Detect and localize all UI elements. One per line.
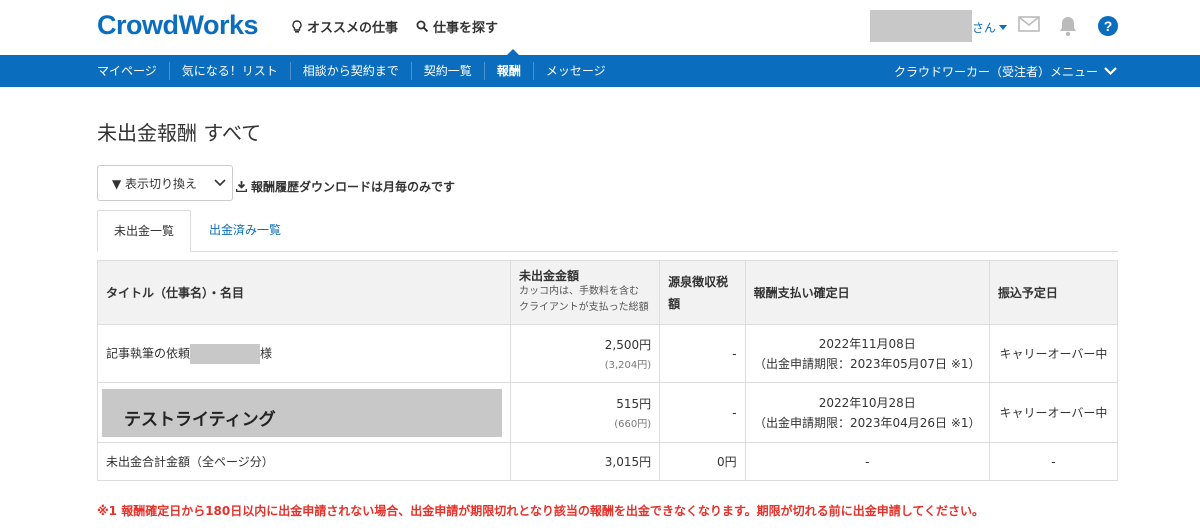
main-nav: マイページ 気になる！リスト 相談から契約まで 契約一覧 報酬 メッセージ クラ…	[0, 55, 1200, 87]
row-date: 2022年11月08日	[818, 337, 916, 351]
table-row: 記事執筆の依頼 様 2,500円 (3,204円) - 2022年11月08日 （…	[97, 324, 1119, 383]
lightbulb-icon	[292, 19, 302, 33]
row-title-prefix: 記事執筆の依頼	[106, 346, 191, 360]
chevron-down-icon	[1104, 66, 1117, 75]
crowdworks-logo[interactable]: CrowdWorks	[97, 10, 259, 41]
find-jobs-label: 仕事を探す	[433, 21, 499, 36]
download-note-text: 報酬履歴ダウンロードは月毎のみです	[251, 180, 456, 194]
download-icon	[236, 181, 247, 192]
col-tax-header: 源泉徴収税額	[659, 260, 746, 325]
page-title: 未出金報酬 すべて	[97, 121, 262, 145]
total-transfer: -	[988, 442, 1119, 481]
view-switch-label: ▼ 表示切り換え	[112, 176, 198, 191]
svg-text:?: ?	[1104, 18, 1113, 34]
row-amount: 515円 (660円)	[509, 382, 661, 443]
view-switch-select[interactable]: ▼ 表示切り換え	[97, 165, 233, 201]
recommended-jobs-label: オススメの仕事	[307, 21, 399, 36]
recommended-jobs-link[interactable]: オススメの仕事	[291, 17, 398, 36]
col-amount-header: 未出金金額 カッコ内は、手数料を含む クライアントが支払った総額	[509, 260, 661, 325]
row-tax: -	[659, 382, 746, 443]
row-confirm-date: 2022年11月08日 （出金申請期限：2023年05月07日 ※1）	[744, 324, 990, 383]
bell-icon[interactable]	[1058, 15, 1078, 40]
nav-rewards[interactable]: 報酬	[485, 62, 534, 80]
row-transfer: キャリーオーバー中	[988, 324, 1119, 383]
row-deadline: （出金申請期限：2023年04月26日 ※1）	[753, 416, 981, 430]
client-name-redacted	[190, 343, 261, 364]
site-header: CrowdWorks オススメの仕事 仕事を探す さん ?	[0, 0, 1200, 55]
nav-mypage[interactable]: マイページ	[85, 62, 170, 80]
col-transfer-date-header: 振込予定日	[988, 260, 1119, 325]
row-title-suffix: 様	[260, 346, 273, 360]
user-suffix: さん	[972, 21, 997, 35]
expiry-footnote: ※1 報酬確定日から180日以内に出金申請されない場合、出金申請が期限切れとなり…	[97, 504, 984, 518]
help-icon[interactable]: ?	[1097, 15, 1119, 40]
find-jobs-link[interactable]: 仕事を探す	[416, 17, 498, 36]
row-transfer: キャリーオーバー中	[988, 382, 1119, 443]
row-title[interactable]: 記事執筆の依頼 様	[97, 324, 511, 383]
table-header-row: タイトル（仕事名）・名目 未出金金額 カッコ内は、手数料を含む クライアントが支…	[97, 260, 1119, 325]
total-label: 未出金合計金額（全ページ分）	[97, 442, 511, 481]
tabs: 未出金一覧 出金済み一覧	[97, 210, 1118, 252]
nav-consult-to-contract[interactable]: 相談から契約まで	[291, 62, 412, 80]
unpaid-rewards-table: タイトル（仕事名）・名目 未出金金額 カッコ内は、手数料を含む クライアントが支…	[97, 260, 1119, 481]
tab-paid[interactable]: 出金済み一覧	[193, 210, 297, 252]
col-confirm-date-header: 報酬支払い確定日	[744, 260, 990, 325]
total-row: 未出金合計金額（全ページ分） 3,015円 0円 - -	[97, 442, 1119, 481]
tab-unpaid[interactable]: 未出金一覧	[97, 210, 191, 252]
row-deadline: （出金申請期限：2023年05月07日 ※1）	[753, 357, 981, 371]
row-title-text: テストライティング	[124, 409, 276, 430]
row-title-redacted: テストライティング	[102, 388, 502, 437]
total-date: -	[744, 442, 990, 481]
caret-down-icon	[999, 24, 1008, 30]
nav-contracts[interactable]: 契約一覧	[412, 62, 485, 80]
col-amount-label: 未出金金額	[519, 269, 580, 283]
row-tax: -	[659, 324, 746, 383]
row-confirm-date: 2022年10月28日 （出金申請期限：2023年04月26日 ※1）	[744, 382, 990, 443]
mail-icon[interactable]	[1018, 15, 1040, 36]
row-title[interactable]: テストライティング	[97, 382, 511, 443]
row-amount: 2,500円 (3,204円)	[509, 324, 661, 383]
row-gross-value: (660円)	[614, 419, 652, 430]
nav-favorites[interactable]: 気になる！リスト	[170, 62, 291, 80]
total-tax: 0円	[659, 442, 746, 481]
chevron-down-icon	[214, 179, 226, 187]
table-row: テストライティング 515円 (660円) - 2022年10月28日 （出金申…	[97, 382, 1119, 443]
row-amount-value: 515円	[616, 397, 652, 411]
user-name-redacted	[870, 10, 972, 42]
total-amount: 3,015円	[509, 442, 661, 481]
worker-menu[interactable]: クラウドワーカー（受注者）メニュー	[894, 55, 1117, 87]
search-icon	[416, 20, 429, 33]
worker-menu-label: クラウドワーカー（受注者）メニュー	[893, 64, 1098, 79]
download-history-link[interactable]: 報酬履歴ダウンロードは月毎のみです	[236, 178, 455, 195]
nav-messages[interactable]: メッセージ	[534, 62, 618, 80]
row-amount-value: 2,500円	[604, 338, 652, 352]
row-date: 2022年10月28日	[818, 396, 916, 410]
col-amount-sub2: クライアントが支払った総額	[519, 302, 649, 313]
row-gross-value: (3,204円)	[604, 360, 652, 371]
col-title-header: タイトル（仕事名）・名目	[97, 260, 511, 325]
user-menu[interactable]: さん	[972, 19, 1008, 36]
col-amount-sub1: カッコ内は、手数料を含む	[519, 286, 639, 297]
